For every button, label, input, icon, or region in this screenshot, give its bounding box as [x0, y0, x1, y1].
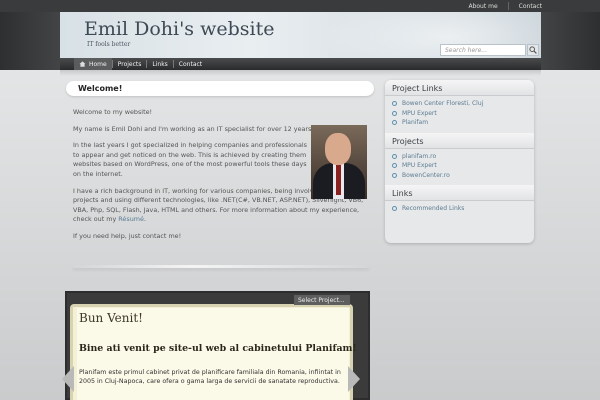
sidebar-link[interactable]: MPU Expert — [392, 161, 534, 171]
widget-links: Links Recommended Links — [385, 185, 534, 219]
photo-head — [325, 133, 351, 165]
resume-link[interactable]: Résumé — [118, 215, 144, 223]
circle-bullet-icon — [392, 172, 397, 178]
post-paragraph: In the last years I got specialized in h… — [73, 141, 307, 178]
arrow-right-icon[interactable] — [348, 366, 360, 392]
site-header: Emil Dohi's website IT fools better Sear… — [60, 12, 541, 58]
search-button[interactable] — [527, 44, 539, 56]
search-input[interactable]: Search here... — [440, 44, 526, 56]
circle-bullet-icon — [392, 153, 397, 159]
nav-shadow — [60, 70, 541, 76]
top-link-contact[interactable]: Contact — [519, 3, 542, 10]
nav-links-label: Links — [152, 60, 168, 68]
site-title[interactable]: Emil Dohi's website — [84, 18, 274, 40]
widget-title: Project Links — [385, 80, 534, 96]
nav-contact[interactable]: Contact — [174, 58, 207, 70]
nav-home-label: Home — [89, 60, 107, 68]
sidebar-link[interactable]: planifam.ro — [392, 152, 534, 162]
slide-text: Planifam este primul cabinet privat de p… — [79, 369, 341, 385]
search-icon — [529, 46, 537, 54]
site-tagline: IT fools better — [87, 41, 131, 48]
widget-project-links: Project Links Bowen Center Floresti, Clu… — [385, 80, 534, 133]
widget-title: Projects — [385, 132, 534, 149]
widget-projects: Projects planifam.ro MPU Expert BowenCen… — [385, 132, 534, 186]
sidebar-link[interactable]: Planifam — [392, 118, 534, 128]
sidebar-link-label: MPU Expert — [402, 109, 437, 117]
home-icon — [79, 61, 86, 67]
sidebar-link[interactable]: MPU Expert — [392, 109, 534, 119]
sidebar-link-label: Planifam — [402, 119, 429, 127]
widget-title: Links — [385, 185, 534, 201]
sidebar-link-label: BowenCenter.ro — [402, 171, 450, 179]
post-paragraph: Welcome to my website! — [73, 108, 153, 116]
sidebar-link-label: planifam.ro — [402, 152, 437, 160]
nav-projects-label: Projects — [117, 60, 142, 68]
slide-subheading: Bine ati venit pe site-ul web al cabinet… — [79, 343, 357, 354]
photo-tie — [336, 165, 341, 195]
sidebar: Project Links Bowen Center Floresti, Clu… — [385, 80, 534, 243]
nav-projects[interactable]: Projects — [113, 58, 147, 70]
main-nav: Home Projects Links Contact — [60, 58, 541, 70]
circle-bullet-icon — [392, 206, 397, 212]
nav-links[interactable]: Links — [147, 58, 172, 70]
arrow-left-icon[interactable] — [62, 366, 74, 392]
circle-bullet-icon — [392, 101, 397, 107]
top-links: About me Contact — [468, 0, 542, 12]
circle-bullet-icon — [392, 110, 397, 116]
profile-photo — [311, 125, 367, 199]
select-project-button[interactable]: Select Project... — [294, 295, 350, 305]
post-title[interactable]: Welcome! — [66, 81, 374, 96]
circle-bullet-icon — [392, 120, 397, 126]
sidebar-link-label: Bowen Center Floresti, Cluj — [402, 100, 484, 108]
slide-heading: Bun Venit! — [79, 311, 143, 325]
nav-home[interactable]: Home — [74, 58, 112, 70]
sidebar-link-label: MPU Expert — [402, 162, 437, 170]
circle-bullet-icon — [392, 163, 397, 169]
post-paragraph-end: . — [143, 215, 146, 224]
sidebar-link[interactable]: Recommended Links — [392, 204, 534, 214]
top-link-separator — [507, 2, 509, 10]
top-bar: About me Contact — [0, 0, 600, 12]
sidebar-link-label: Recommended Links — [402, 205, 465, 213]
sidebar-link[interactable]: BowenCenter.ro — [392, 171, 534, 181]
nav-contact-label: Contact — [178, 60, 203, 68]
sidebar-link[interactable]: Bowen Center Floresti, Cluj — [392, 99, 534, 109]
post-divider — [73, 265, 369, 268]
post-paragraph: If you need help, just contact me! — [73, 231, 182, 240]
top-link-about[interactable]: About me — [468, 3, 497, 10]
